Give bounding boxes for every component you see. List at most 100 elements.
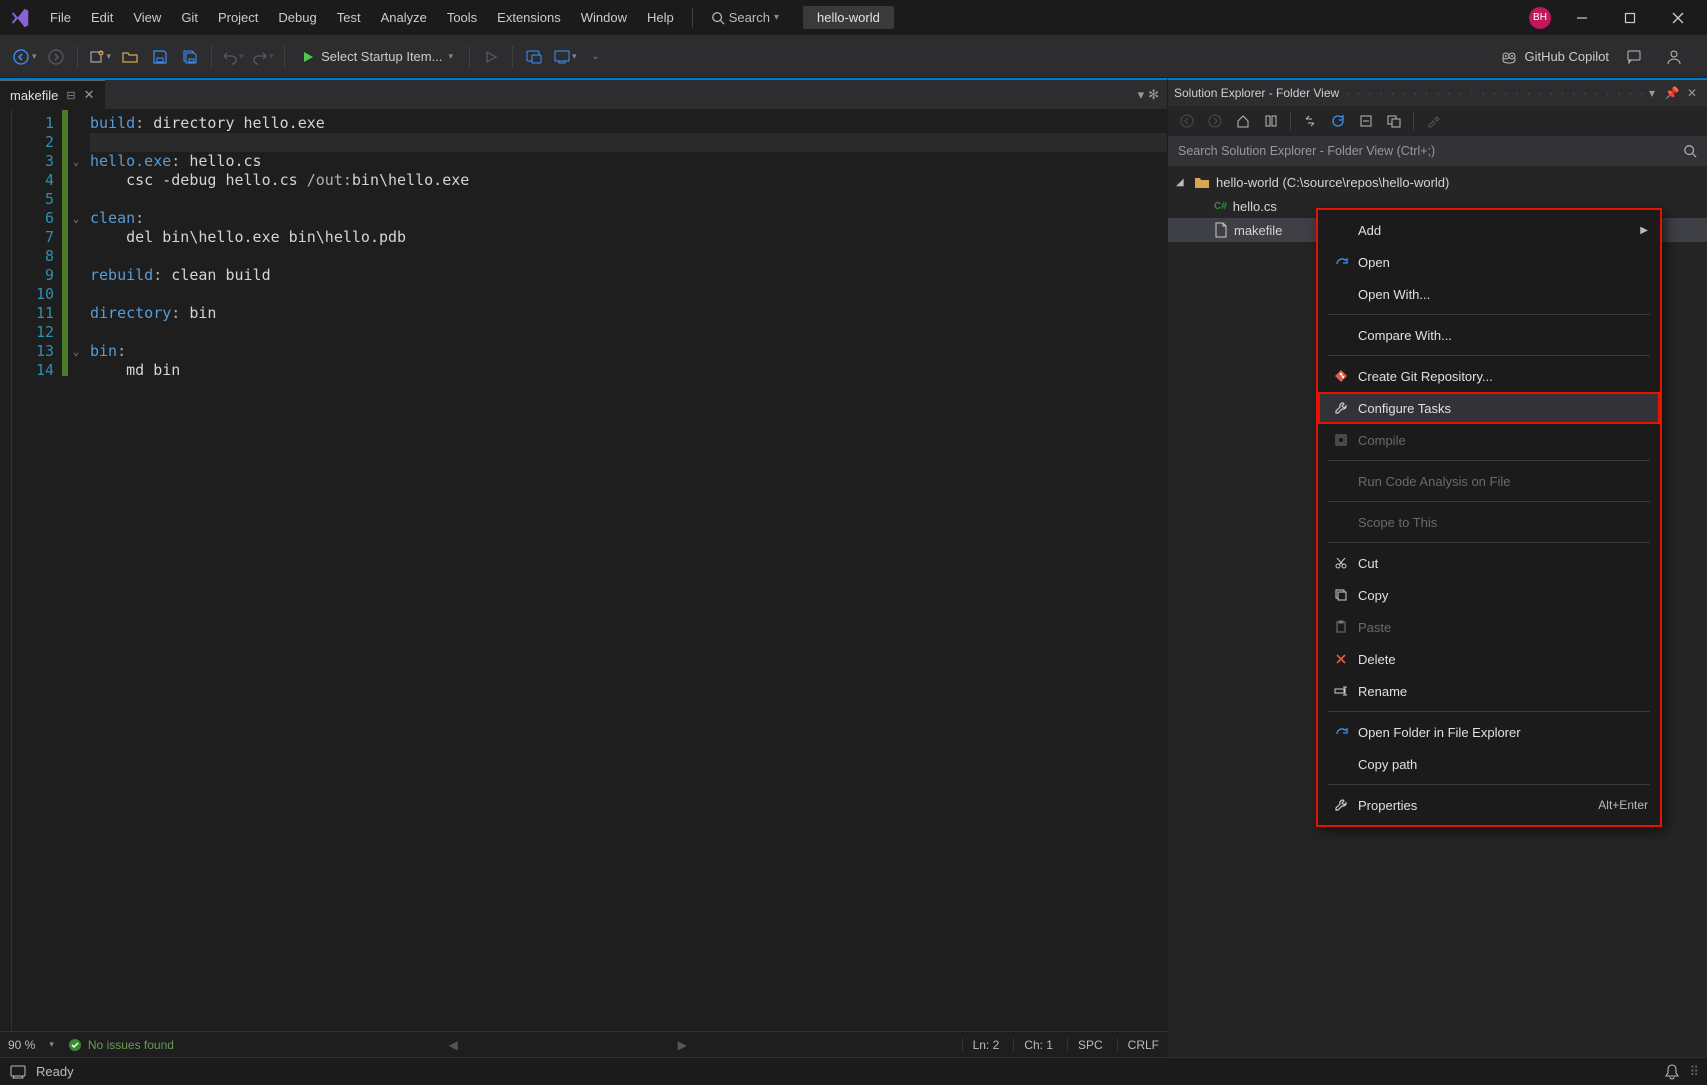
context-menu-label: Open With... bbox=[1358, 287, 1648, 302]
file-tree: ◢ hello-world (C:\source\repos\hello-wor… bbox=[1168, 166, 1707, 1057]
context-menu-item-open[interactable]: Open bbox=[1318, 246, 1660, 278]
doctab-dropdown-icon[interactable]: ▾ bbox=[1138, 87, 1145, 103]
redo-button[interactable]: ▾ bbox=[248, 42, 278, 72]
show-all-icon[interactable] bbox=[1383, 110, 1405, 132]
context-menu-item-properties[interactable]: PropertiesAlt+Enter bbox=[1318, 789, 1660, 821]
save-button[interactable] bbox=[145, 42, 175, 72]
context-menu-item-cut[interactable]: Cut bbox=[1318, 547, 1660, 579]
zoom-dropdown-icon[interactable]: ▾ bbox=[49, 1039, 54, 1050]
menu-item-window[interactable]: Window bbox=[571, 0, 637, 36]
context-menu-item-delete[interactable]: Delete bbox=[1318, 643, 1660, 675]
menu-item-git[interactable]: Git bbox=[171, 0, 208, 36]
char-indicator[interactable]: Ch: 1 bbox=[1013, 1038, 1053, 1052]
issues-indicator[interactable]: No issues found bbox=[68, 1038, 174, 1052]
collapse-all-icon[interactable] bbox=[1355, 110, 1377, 132]
menu-item-view[interactable]: View bbox=[123, 0, 171, 36]
home-icon[interactable] bbox=[1232, 110, 1254, 132]
line-indicator[interactable]: Ln: 2 bbox=[962, 1038, 1000, 1052]
sync-icon[interactable] bbox=[1299, 110, 1321, 132]
start-debugging-button[interactable]: Select Startup Item... ▾ bbox=[291, 42, 463, 72]
panel-title-label: Solution Explorer - Folder View bbox=[1174, 86, 1339, 100]
document-tab-label: makefile bbox=[10, 88, 58, 103]
pin-icon[interactable]: ⊟ bbox=[66, 89, 75, 102]
browser-link-button[interactable] bbox=[519, 42, 549, 72]
submenu-arrow-icon: ▶ bbox=[1640, 225, 1648, 236]
context-menu-item-open-folder-in-file-explorer[interactable]: Open Folder in File Explorer bbox=[1318, 716, 1660, 748]
tree-file-label: hello.cs bbox=[1233, 199, 1277, 214]
properties-icon[interactable] bbox=[1422, 110, 1444, 132]
context-menu-item-rename[interactable]: Rename bbox=[1318, 675, 1660, 707]
tree-file-label: makefile bbox=[1234, 223, 1282, 238]
output-icon[interactable] bbox=[10, 1065, 26, 1079]
save-all-button[interactable] bbox=[175, 42, 205, 72]
panel-dropdown-icon[interactable]: ▾ bbox=[1643, 86, 1661, 100]
context-menu-item-compile: Compile bbox=[1318, 424, 1660, 456]
account-button[interactable] bbox=[1659, 42, 1689, 72]
eol-indicator[interactable]: CRLF bbox=[1117, 1038, 1159, 1052]
panel-forward-icon[interactable] bbox=[1204, 110, 1226, 132]
global-search[interactable]: Search ▾ bbox=[701, 10, 789, 25]
panel-pin-icon[interactable]: 📌 bbox=[1663, 86, 1681, 100]
menu-item-analyze[interactable]: Analyze bbox=[371, 0, 437, 36]
doctab-settings-icon[interactable]: ✻ bbox=[1148, 87, 1159, 103]
menu-item-file[interactable]: File bbox=[40, 0, 81, 36]
context-menu-item-create-git-repository[interactable]: Create Git Repository... bbox=[1318, 360, 1660, 392]
code-content[interactable]: build: directory hello.exehello.exe: hel… bbox=[84, 110, 1167, 1031]
project-selector[interactable]: hello-world bbox=[803, 6, 894, 29]
search-icon bbox=[1683, 144, 1697, 158]
panel-search-box[interactable]: Search Solution Explorer - Folder View (… bbox=[1168, 136, 1707, 166]
context-menu-separator bbox=[1328, 711, 1650, 712]
context-menu-item-open-with[interactable]: Open With... bbox=[1318, 278, 1660, 310]
menu-item-help[interactable]: Help bbox=[637, 0, 684, 36]
nav-back-button[interactable]: ▾ bbox=[8, 42, 41, 72]
context-menu-item-add[interactable]: Add▶ bbox=[1318, 214, 1660, 246]
new-item-button[interactable]: ✦ ▾ bbox=[84, 42, 116, 72]
expand-icon[interactable]: ◢ bbox=[1176, 177, 1188, 188]
panel-close-icon[interactable]: ✕ bbox=[1683, 86, 1701, 100]
menu-item-debug[interactable]: Debug bbox=[268, 0, 326, 36]
outline-margin bbox=[0, 110, 12, 1031]
tree-root-label: hello-world (C:\source\repos\hello-world… bbox=[1216, 175, 1449, 190]
feedback-button[interactable] bbox=[1619, 42, 1649, 72]
menu-item-project[interactable]: Project bbox=[208, 0, 268, 36]
switch-views-icon[interactable] bbox=[1260, 110, 1282, 132]
menu-item-edit[interactable]: Edit bbox=[81, 0, 123, 36]
context-menu-item-copy-path[interactable]: Copy path bbox=[1318, 748, 1660, 780]
overflow-button[interactable]: ⌄ bbox=[581, 42, 611, 72]
menu-item-extensions[interactable]: Extensions bbox=[487, 0, 571, 36]
github-copilot-button[interactable]: GitHub Copilot bbox=[1500, 48, 1609, 66]
context-menu-label: Run Code Analysis on File bbox=[1358, 474, 1648, 489]
panel-title-bar[interactable]: Solution Explorer - Folder View · · · · … bbox=[1168, 80, 1707, 106]
minimize-button[interactable] bbox=[1565, 4, 1599, 32]
notifications-icon[interactable] bbox=[1665, 1064, 1679, 1080]
resize-grip-icon[interactable]: ⠿ bbox=[1689, 1064, 1697, 1080]
context-menu-label: Paste bbox=[1358, 620, 1648, 635]
refresh-icon[interactable] bbox=[1327, 110, 1349, 132]
close-tab-icon[interactable]: ✕ bbox=[84, 87, 95, 103]
nav-forward-button[interactable] bbox=[41, 42, 71, 72]
open-button[interactable] bbox=[115, 42, 145, 72]
context-menu-item-scope-to-this: Scope to This bbox=[1318, 506, 1660, 538]
fold-column[interactable]: ⌄⌄⌄ bbox=[68, 110, 84, 1031]
menu-item-test[interactable]: Test bbox=[327, 0, 371, 36]
menu-item-tools[interactable]: Tools bbox=[437, 0, 487, 36]
context-menu-item-configure-tasks[interactable]: Configure Tasks bbox=[1318, 392, 1660, 424]
context-menu-separator bbox=[1328, 542, 1650, 543]
rename-icon bbox=[1330, 684, 1352, 698]
live-share-button[interactable]: ▾ bbox=[549, 42, 581, 72]
whitespace-indicator[interactable]: SPC bbox=[1067, 1038, 1103, 1052]
search-label: Search bbox=[729, 10, 770, 25]
document-tab-makefile[interactable]: makefile ⊟ ✕ bbox=[0, 80, 105, 110]
tree-root[interactable]: ◢ hello-world (C:\source\repos\hello-wor… bbox=[1168, 170, 1707, 194]
code-editor[interactable]: 1234567891011121314 ⌄⌄⌄ build: directory… bbox=[0, 110, 1167, 1031]
start-without-debug-button[interactable] bbox=[476, 42, 506, 72]
context-menu-item-copy[interactable]: Copy bbox=[1318, 579, 1660, 611]
context-menu-item-compare-with[interactable]: Compare With... bbox=[1318, 319, 1660, 351]
zoom-level[interactable]: 90 % bbox=[8, 1038, 35, 1052]
start-label: Select Startup Item... bbox=[321, 49, 442, 64]
user-avatar[interactable]: BH bbox=[1529, 7, 1551, 29]
panel-back-icon[interactable] bbox=[1176, 110, 1198, 132]
maximize-button[interactable] bbox=[1613, 4, 1647, 32]
undo-button[interactable]: ▾ bbox=[218, 42, 248, 72]
close-button[interactable] bbox=[1661, 4, 1695, 32]
